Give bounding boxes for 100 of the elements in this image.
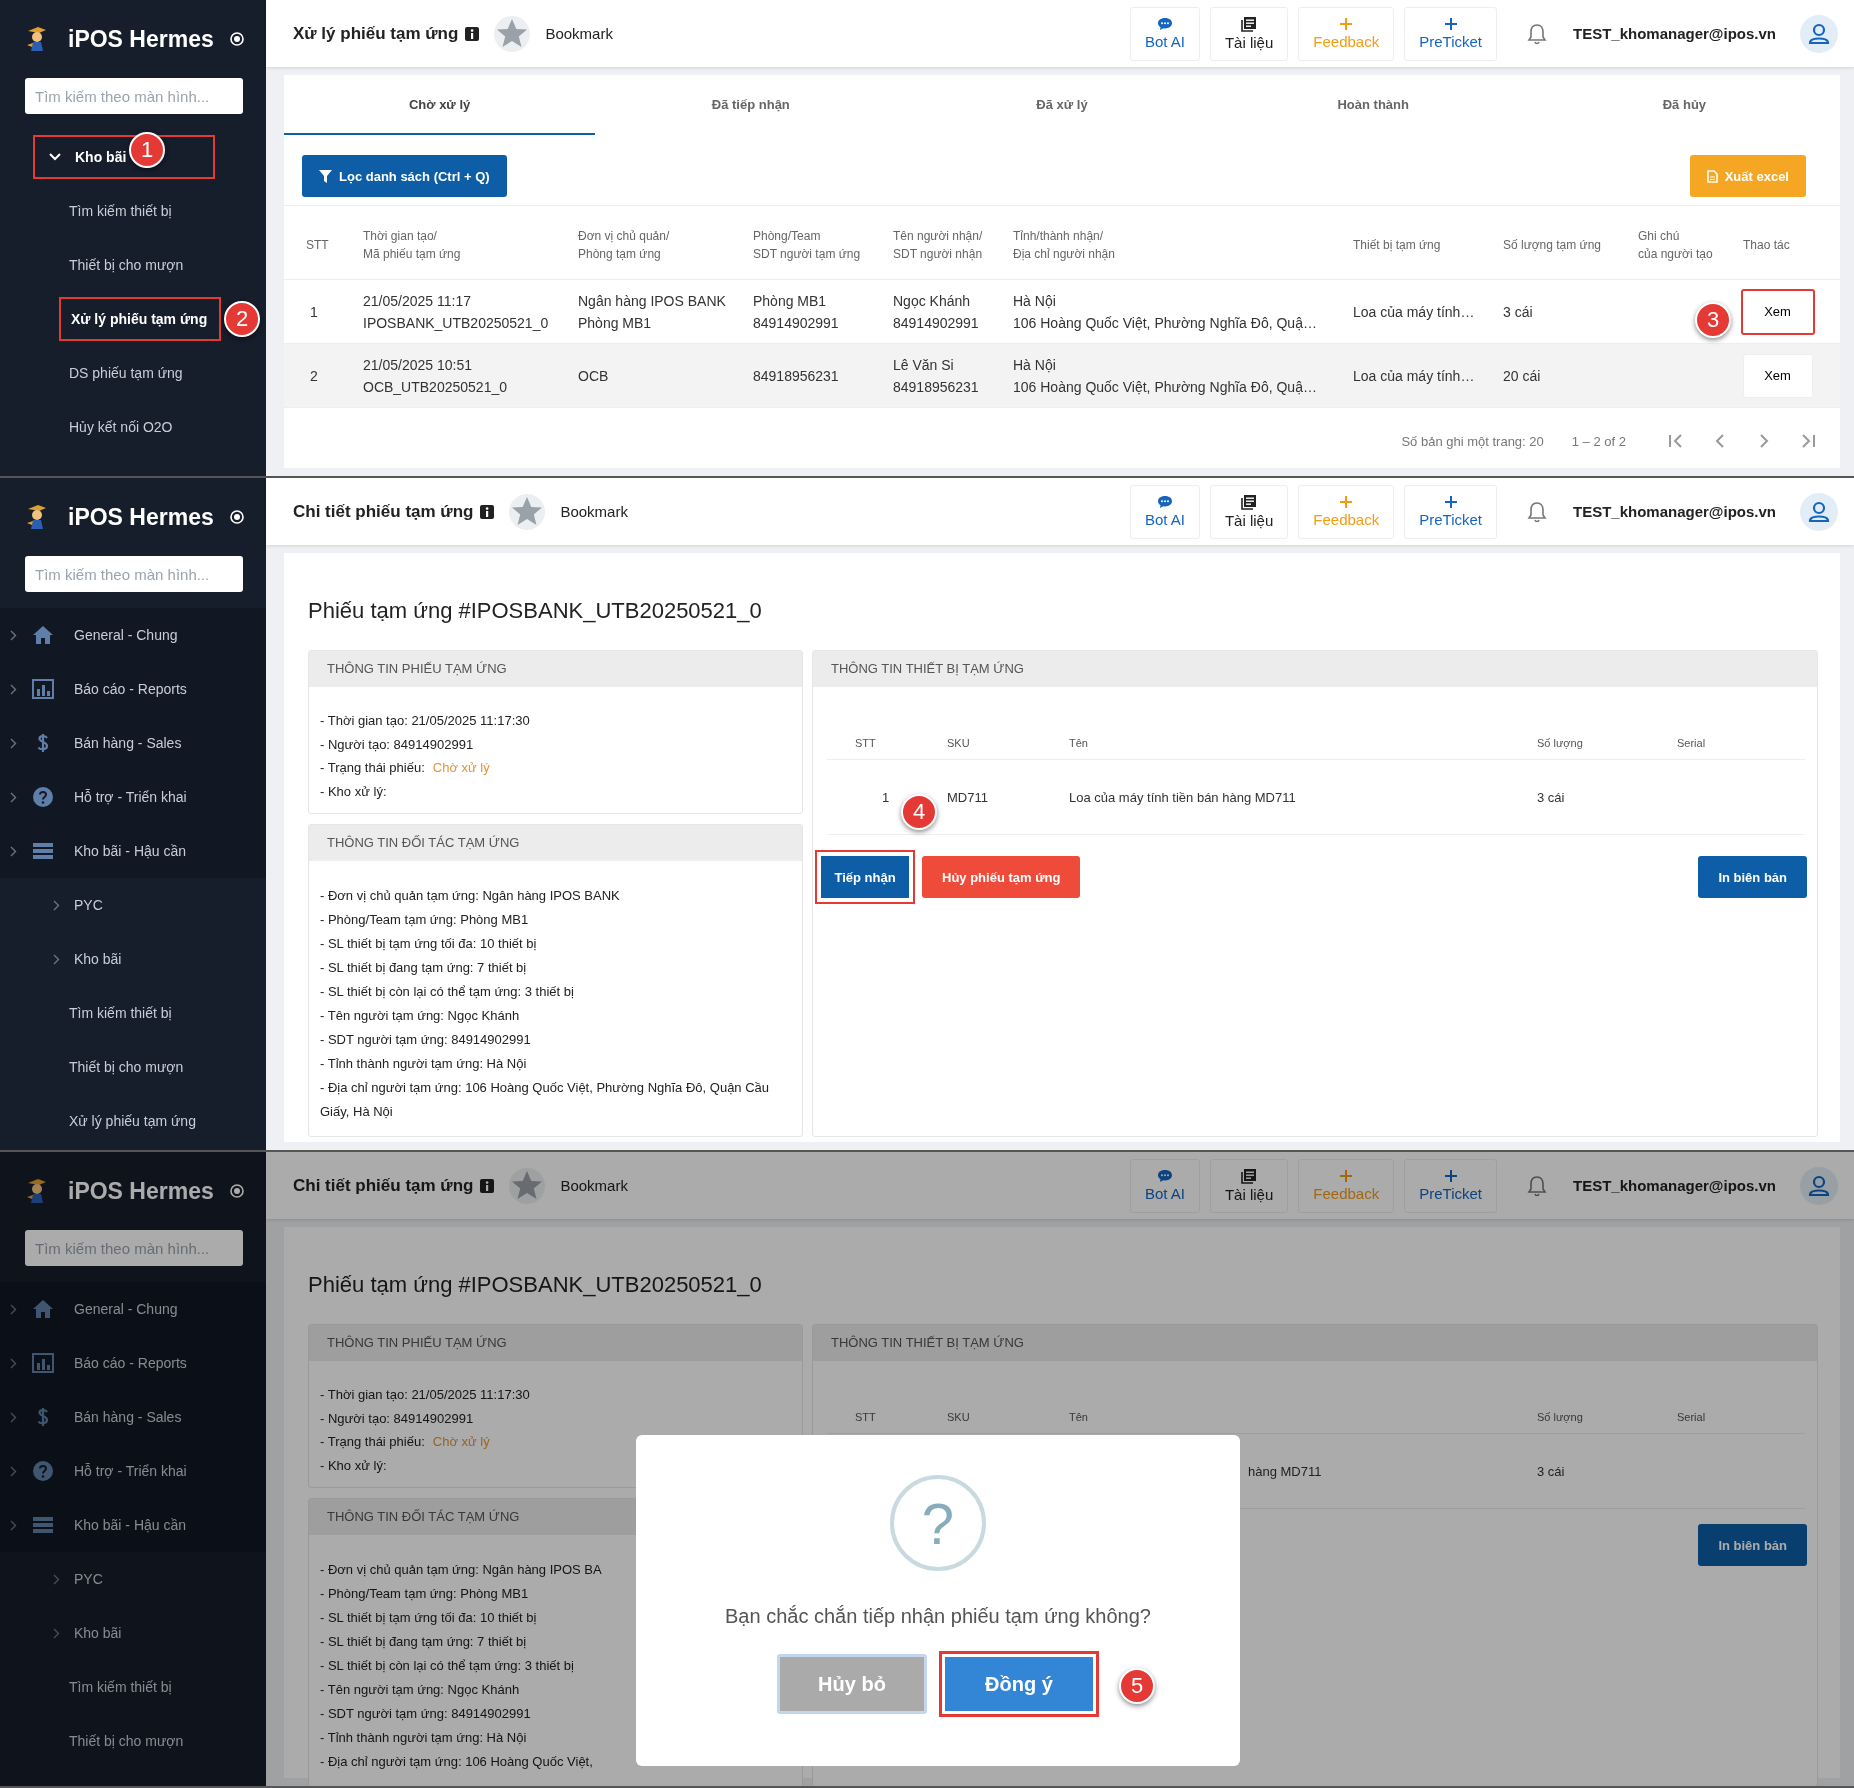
toolbar-button[interactable]: Bot AI bbox=[1129, 6, 1200, 61]
page-size-label: Số bản ghi một trang: 20 bbox=[1401, 433, 1544, 449]
card-title: THÔNG TIN ĐỐI TÁC TẠM ỨNG bbox=[309, 825, 802, 861]
bar-chart-icon bbox=[32, 679, 54, 699]
info-icon[interactable] bbox=[465, 26, 480, 41]
nav-item[interactable]: Báo cáo - Reports bbox=[0, 1336, 266, 1390]
radio-icon[interactable] bbox=[229, 32, 244, 46]
nav-item[interactable]: DS phiếu tạm ứng bbox=[59, 351, 221, 395]
user-email[interactable]: TEST_khomanager@ipos.vn bbox=[1573, 1177, 1776, 1194]
column-header: Thời gian tạo/ Mã phiếu tạm ứng bbox=[362, 228, 462, 263]
column-header: Đơn vị chủ quản/ Phòng tạm ứng bbox=[577, 228, 671, 263]
nav-item[interactable]: PYC bbox=[0, 1557, 103, 1601]
info-icon[interactable] bbox=[480, 1178, 495, 1193]
action-button[interactable]: In biên bản bbox=[1698, 1524, 1807, 1566]
nav-item[interactable]: Thiết bị cho mượn bbox=[59, 1719, 221, 1763]
view-button[interactable]: Xem bbox=[1742, 353, 1813, 398]
action-button[interactable]: Hủy phiếu tạm ứng bbox=[922, 856, 1081, 898]
info-line: - SL thiết bị tạm ứng tối đa: 10 thiết bị bbox=[320, 936, 537, 951]
chevron-right-icon bbox=[53, 1573, 60, 1585]
nav-item[interactable]: Hỗ trợ - Triển khai bbox=[0, 1444, 266, 1498]
tab[interactable]: Đã xử lý bbox=[906, 75, 1218, 135]
column-header: Phòng/Team SDT người tạm ứng bbox=[752, 228, 862, 263]
nav-item[interactable]: Kho bãi bbox=[0, 1611, 122, 1655]
action-button[interactable]: Tiếp nhận bbox=[815, 850, 915, 904]
table-cell-text: Hà Nội 106 Hoàng Quốc Việt, Phường Nghĩa Đô, Quậ… bbox=[1012, 291, 1318, 333]
tab[interactable]: Chờ xử lý bbox=[284, 75, 596, 135]
nav-item[interactable]: General - Chung bbox=[0, 1282, 266, 1336]
column-header: STT bbox=[305, 237, 330, 254]
chevron-down-icon bbox=[49, 153, 61, 161]
column-header: Thao tác bbox=[1742, 237, 1791, 254]
tab[interactable]: Đã hủy bbox=[1528, 75, 1840, 135]
toolbar-button[interactable]: PreTicket bbox=[1404, 6, 1497, 61]
nav-item[interactable]: Tìm kiếm thiết bị bbox=[59, 1665, 221, 1709]
nav-item[interactable]: Bán hàng - Sales bbox=[0, 1390, 266, 1444]
user-email[interactable]: TEST_khomanager@ipos.vn bbox=[1573, 503, 1776, 520]
question-icon: ? bbox=[890, 1475, 986, 1571]
toolbar-button[interactable]: Bot AI bbox=[1129, 1158, 1200, 1213]
nav-item[interactable]: Tìm kiếm thiết bị bbox=[59, 189, 221, 233]
nav-item[interactable]: Báo cáo - Reports bbox=[0, 662, 266, 716]
bookmark-link[interactable]: Bookmark bbox=[560, 503, 628, 520]
nav-item[interactable]: Kho bãi bbox=[0, 937, 122, 981]
ticket-heading: Phiếu tạm ứng #IPOSBANK_UTB20250521_0 bbox=[308, 597, 763, 625]
bell-icon[interactable] bbox=[1527, 1174, 1547, 1197]
toolbar-button[interactable]: Tài liệu bbox=[1209, 6, 1289, 61]
toolbar-button[interactable]: Tài liệu bbox=[1209, 484, 1289, 539]
last-page-icon[interactable] bbox=[1800, 433, 1816, 449]
nav-item[interactable]: Hủy kết nối O2O bbox=[59, 405, 221, 449]
nav-item[interactable]: Hỗ trợ - Triển khai bbox=[0, 770, 266, 824]
bookmark-link[interactable]: Bookmark bbox=[545, 25, 613, 42]
info-line: - Kho xử lý: bbox=[320, 783, 387, 799]
nav-item[interactable]: PYC bbox=[0, 883, 103, 927]
bell-icon[interactable] bbox=[1527, 500, 1547, 523]
chevron-right-icon bbox=[10, 1357, 17, 1369]
column-header: Số lượng bbox=[1536, 1411, 1584, 1423]
search-field[interactable]: Tìm kiếm theo màn hình... bbox=[25, 556, 243, 592]
nav-item[interactable]: Kho bãi - Hậu cần bbox=[0, 1498, 266, 1552]
radio-icon[interactable] bbox=[229, 1184, 244, 1198]
storage-icon bbox=[32, 842, 54, 860]
plus-icon bbox=[1339, 17, 1354, 31]
view-button[interactable]: Xem bbox=[1740, 288, 1815, 335]
nav-item[interactable]: Xử lý phiếu tạm ứng bbox=[59, 297, 221, 341]
chevron-right-icon bbox=[53, 899, 60, 911]
toolbar-button[interactable]: PreTicket bbox=[1404, 1158, 1497, 1213]
chevron-right-icon bbox=[10, 1519, 17, 1531]
avatar-icon[interactable] bbox=[1800, 14, 1838, 53]
nav-item[interactable]: Thiết bị cho mượn bbox=[59, 1045, 221, 1089]
toolbar-button[interactable]: Bot AI bbox=[1129, 484, 1200, 539]
tab[interactable]: Đã tiếp nhận bbox=[595, 75, 907, 135]
toolbar-button[interactable]: Tài liệu bbox=[1209, 1158, 1289, 1213]
dialog-button[interactable]: Đồng ý bbox=[939, 1651, 1099, 1717]
table-cell-text: Phòng MB1 84914902991 bbox=[752, 291, 840, 333]
info-line: - Trạng thái phiếu: bbox=[320, 760, 425, 775]
info-line: - SL thiết bị còn lại có thể tạm ứng: 3 thiết bị bbox=[320, 984, 574, 999]
info-line: - Địa chỉ người tạm ứng: 106 Hoàng Quốc Việt, bbox=[320, 1754, 593, 1769]
bookmark-link[interactable]: Bookmark bbox=[560, 1177, 628, 1194]
table-cell: hàng MD711 bbox=[1248, 1463, 1322, 1479]
filter-button[interactable]: Lọc danh sách (Ctrl + Q) bbox=[302, 155, 507, 197]
radio-icon[interactable] bbox=[229, 510, 244, 524]
table-cell-text: Loa của máy tính… bbox=[1352, 302, 1476, 322]
nav-item[interactable]: Thiết bị cho mượn bbox=[59, 243, 221, 287]
action-button[interactable]: In biên bản bbox=[1698, 856, 1807, 898]
first-page-icon[interactable] bbox=[1668, 433, 1684, 449]
tab[interactable]: Hoàn thành bbox=[1217, 75, 1529, 135]
nav-item[interactable]: General - Chung bbox=[0, 608, 266, 662]
nav-item[interactable]: Tìm kiếm thiết bị bbox=[59, 991, 221, 1035]
info-icon[interactable] bbox=[480, 504, 495, 519]
toolbar-button[interactable]: PreTicket bbox=[1404, 484, 1497, 539]
bell-icon[interactable] bbox=[1527, 22, 1547, 45]
nav-item[interactable]: Bán hàng - Sales bbox=[0, 716, 266, 770]
book-icon bbox=[1241, 16, 1258, 32]
search-field[interactable]: Tìm kiếm theo màn hình... bbox=[25, 78, 243, 114]
table-cell-text: 2 bbox=[309, 366, 319, 386]
help-icon bbox=[32, 1460, 54, 1482]
nav-item[interactable]: Xử lý phiếu tạm ứng bbox=[59, 1099, 221, 1143]
avatar-icon[interactable] bbox=[1800, 1166, 1838, 1205]
page-title: Chi tiết phiếu tạm ứng bbox=[293, 1175, 474, 1196]
user-email[interactable]: TEST_khomanager@ipos.vn bbox=[1573, 25, 1776, 42]
nav-item[interactable]: Kho bãi - Hậu cần bbox=[0, 824, 266, 878]
search-field[interactable]: Tìm kiếm theo màn hình... bbox=[25, 1230, 243, 1266]
avatar-icon[interactable] bbox=[1800, 492, 1838, 531]
